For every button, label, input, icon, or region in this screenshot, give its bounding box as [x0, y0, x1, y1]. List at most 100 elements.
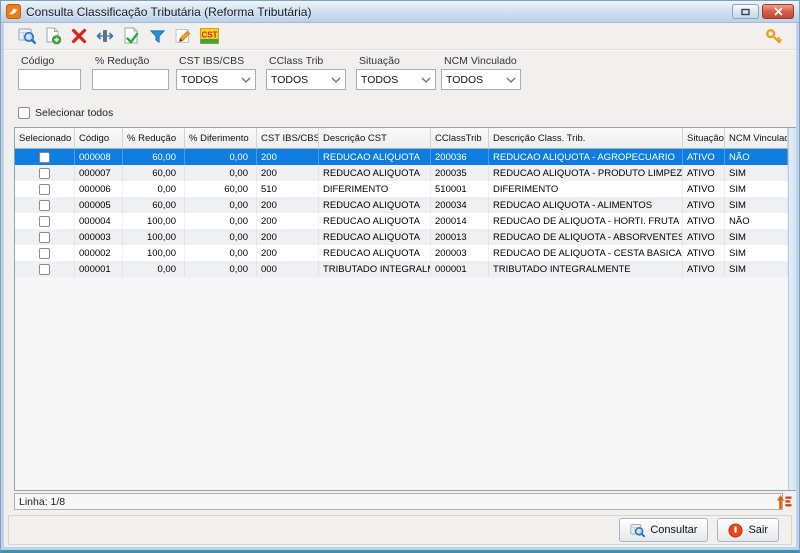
- new-record-button[interactable]: [43, 26, 63, 46]
- chevron-down-icon: [241, 77, 251, 83]
- table-row[interactable]: 0000060,0060,00510DIFERIMENTO510001DIFER…: [15, 181, 788, 197]
- filter-situacao: Situação TODOS: [356, 55, 436, 90]
- cell-desc_class: DIFERIMENTO: [489, 181, 683, 197]
- table-row[interactable]: 00000860,000,00200REDUCAO ALIQUOTA200036…: [15, 149, 788, 165]
- consultar-button[interactable]: Consultar: [619, 518, 708, 542]
- ncm-select[interactable]: TODOS: [441, 69, 521, 90]
- column-header[interactable]: % Redução: [123, 128, 185, 149]
- column-header[interactable]: CClassTrib: [431, 128, 489, 149]
- cell-selecionado: [15, 149, 75, 165]
- column-header[interactable]: NCM Vinculado: [725, 128, 788, 149]
- cell-desc_cst: TRIBUTADO INTEGRALMENTE: [319, 261, 431, 277]
- filter-cclass: CClass Trib TODOS: [266, 55, 346, 90]
- row-checkbox[interactable]: [39, 232, 50, 243]
- ncm-label: NCM Vinculado: [441, 55, 521, 67]
- table-row[interactable]: 000003100,000,00200REDUCAO ALIQUOTA20001…: [15, 229, 788, 245]
- cell-codigo: 000004: [75, 213, 123, 229]
- status-bar: Linha: 1/8: [14, 493, 783, 510]
- cell-cst: 200: [257, 149, 319, 165]
- cell-diferimento: 0,00: [185, 229, 257, 245]
- delete-x-icon: [71, 28, 87, 44]
- cst-button[interactable]: CST: [199, 26, 219, 46]
- row-checkbox[interactable]: [39, 184, 50, 195]
- cst-select[interactable]: TODOS: [176, 69, 256, 90]
- cell-cst: 200: [257, 213, 319, 229]
- confirm-document-button[interactable]: [121, 26, 141, 46]
- row-checkbox[interactable]: [39, 216, 50, 227]
- cell-selecionado: [15, 181, 75, 197]
- reducao-input[interactable]: [92, 69, 169, 90]
- column-header[interactable]: % Diferimento: [185, 128, 257, 149]
- cclass-select[interactable]: TODOS: [266, 69, 346, 90]
- cst-icon: CST: [200, 28, 219, 44]
- filter-ncm: NCM Vinculado TODOS: [441, 55, 521, 90]
- cell-ncm: SIM: [725, 181, 788, 197]
- table-row[interactable]: 00000760,000,00200REDUCAO ALIQUOTA200035…: [15, 165, 788, 181]
- search-button[interactable]: [17, 26, 37, 46]
- cell-situacao: ATIVO: [683, 181, 725, 197]
- column-header[interactable]: Descrição CST: [319, 128, 431, 149]
- grid-body: 00000860,000,00200REDUCAO ALIQUOTA200036…: [15, 149, 788, 277]
- cclass-select-value: TODOS: [271, 74, 308, 86]
- row-checkbox[interactable]: [39, 200, 50, 211]
- column-header[interactable]: Código: [75, 128, 123, 149]
- row-checkbox[interactable]: [39, 264, 50, 275]
- cell-desc_class: REDUCAO DE ALIQUOTA - ABSORVENTES: [489, 229, 683, 245]
- column-header[interactable]: Situação: [683, 128, 725, 149]
- close-icon: [774, 7, 783, 16]
- grid-header: SelecionadoCódigo% Redução% DiferimentoC…: [15, 128, 788, 149]
- filter-reducao: % Redução: [92, 55, 169, 90]
- situacao-select[interactable]: TODOS: [356, 69, 436, 90]
- minimize-icon: [741, 8, 750, 16]
- row-checkbox[interactable]: [39, 248, 50, 259]
- row-checkbox[interactable]: [39, 168, 50, 179]
- cell-reducao: 60,00: [123, 149, 185, 165]
- minimize-button[interactable]: [732, 4, 759, 19]
- chevron-down-icon: [506, 77, 516, 83]
- cell-selecionado: [15, 229, 75, 245]
- data-grid: SelecionadoCódigo% Redução% DiferimentoC…: [14, 127, 796, 491]
- sair-button[interactable]: Sair: [717, 518, 779, 542]
- column-header[interactable]: Selecionado: [15, 128, 75, 149]
- table-row[interactable]: 00000560,000,00200REDUCAO ALIQUOTA200034…: [15, 197, 788, 213]
- column-header[interactable]: Descrição Class. Trib.: [489, 128, 683, 149]
- resize-columns-icon: [96, 27, 114, 45]
- codigo-input[interactable]: [18, 69, 81, 90]
- filter-funnel-icon: [149, 28, 166, 45]
- cell-ncm: NÃO: [725, 213, 788, 229]
- cell-situacao: ATIVO: [683, 261, 725, 277]
- new-document-icon: [44, 27, 62, 45]
- cell-diferimento: 0,00: [185, 261, 257, 277]
- scroll-top-button[interactable]: [776, 493, 794, 511]
- cell-ncm: SIM: [725, 197, 788, 213]
- cell-cclasstrib: 200014: [431, 213, 489, 229]
- filter-button[interactable]: [147, 26, 167, 46]
- column-header[interactable]: CST IBS/CBS: [257, 128, 319, 149]
- table-row[interactable]: 0000010,000,00000TRIBUTADO INTEGRALMENTE…: [15, 261, 788, 277]
- resize-columns-button[interactable]: [95, 26, 115, 46]
- close-button[interactable]: [762, 4, 794, 19]
- cell-cst: 200: [257, 245, 319, 261]
- cell-selecionado: [15, 213, 75, 229]
- select-all-checkbox[interactable]: [18, 107, 30, 119]
- select-all-row: Selecionar todos: [18, 107, 113, 119]
- access-key-button[interactable]: [763, 26, 783, 46]
- footer-panel: Consultar Sair: [8, 515, 792, 545]
- cell-desc_cst: REDUCAO ALIQUOTA: [319, 245, 431, 261]
- search-icon: [630, 523, 645, 538]
- delete-button[interactable]: [69, 26, 89, 46]
- cell-situacao: ATIVO: [683, 213, 725, 229]
- table-row[interactable]: 000004100,000,00200REDUCAO ALIQUOTA20001…: [15, 213, 788, 229]
- cell-cclasstrib: 200035: [431, 165, 489, 181]
- situacao-select-value: TODOS: [361, 74, 398, 86]
- vertical-scrollbar[interactable]: [788, 128, 796, 490]
- cell-codigo: 000006: [75, 181, 123, 197]
- row-checkbox[interactable]: [39, 152, 50, 163]
- edit-button[interactable]: [173, 26, 193, 46]
- cell-cst: 000: [257, 261, 319, 277]
- key-icon: [765, 28, 782, 45]
- cell-cst: 200: [257, 165, 319, 181]
- table-row[interactable]: 000002100,000,00200REDUCAO ALIQUOTA20000…: [15, 245, 788, 261]
- status-line-text: Linha: 1/8: [19, 496, 65, 508]
- cell-desc_class: REDUCAO ALIQUOTA - ALIMENTOS: [489, 197, 683, 213]
